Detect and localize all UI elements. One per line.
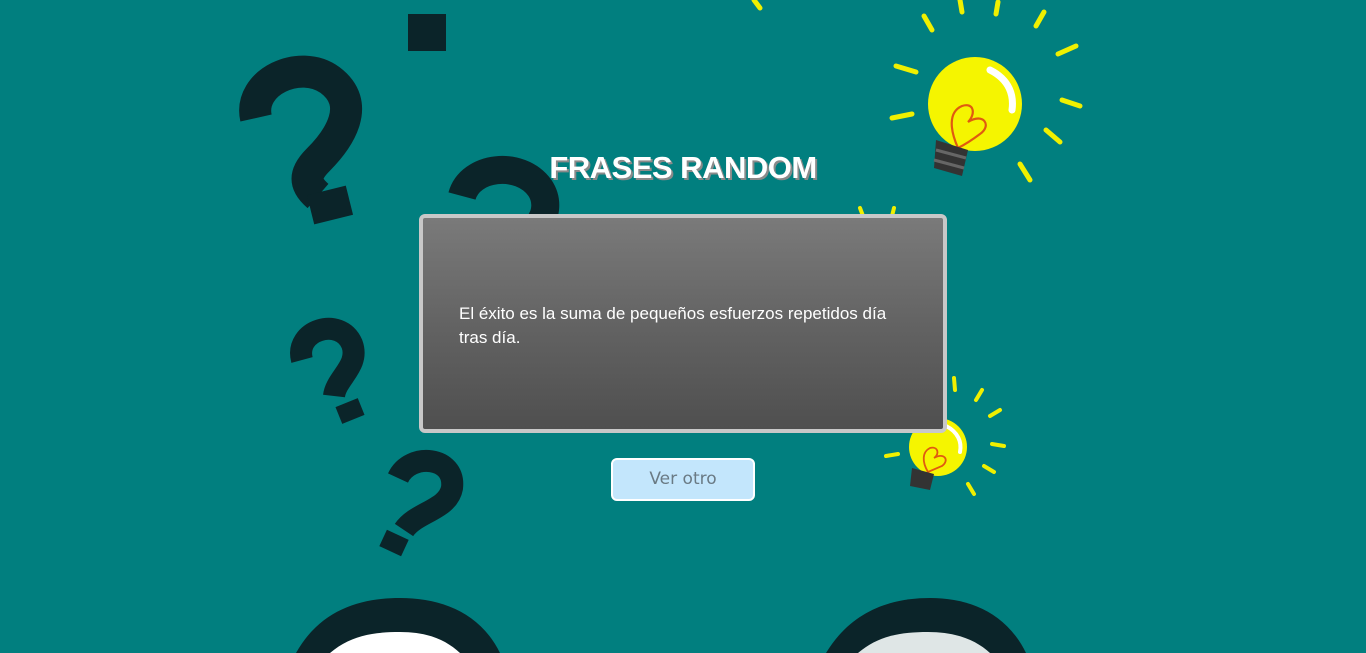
question-mark-dot-icon — [408, 14, 446, 51]
next-quote-button[interactable]: Ver otro — [611, 458, 755, 501]
page-title: FRASES RANDOM — [549, 150, 817, 185]
question-mark-dot-icon — [335, 398, 365, 424]
question-mark-icon — [290, 317, 365, 399]
quote-card: El éxito es la suma de pequeños esfuerzo… — [419, 214, 947, 433]
question-mark-icon — [388, 449, 464, 538]
bottom-dome-right — [826, 598, 1026, 653]
quote-text: El éxito es la suma de pequeños esfuerzo… — [459, 304, 887, 347]
page: FRASES RANDOM El éxito es la suma de peq… — [0, 0, 1366, 653]
question-mark-dot-icon — [379, 529, 409, 557]
bottom-dome-left — [296, 598, 500, 653]
